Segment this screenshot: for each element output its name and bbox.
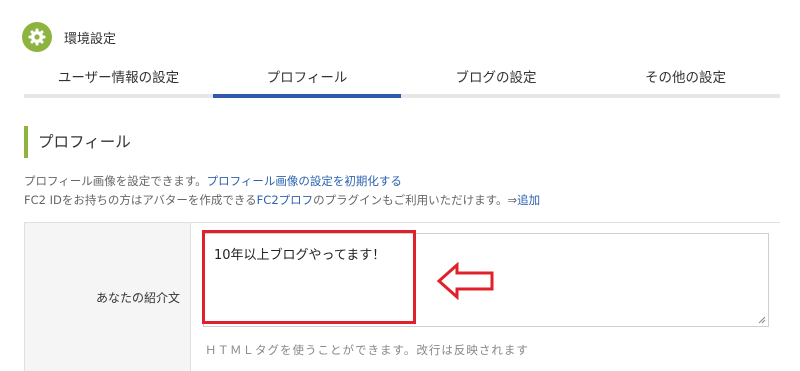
profile-form: あなたの紹介文 10年以上ブログやってます！ ＨＴＭＬタグを使うことができます。… bbox=[24, 222, 780, 371]
profile-image-description: プロフィール画像を設定できます。プロフィール画像の設定を初期化する bbox=[24, 173, 402, 189]
field-label-cell: あなたの紹介文 bbox=[25, 223, 191, 371]
tab-other-settings[interactable]: その他の設定 bbox=[591, 64, 780, 94]
arrow-left-icon bbox=[436, 262, 494, 300]
description-text: プロフィール画像を設定できます。 bbox=[24, 174, 207, 188]
add-plugin-link[interactable]: 追加 bbox=[517, 193, 540, 207]
description-text: のプラグインもご利用いただけます。⇒ bbox=[313, 193, 518, 207]
introduction-label: あなたの紹介文 bbox=[95, 291, 180, 305]
page-header: 環境設定 bbox=[22, 22, 116, 52]
settings-tabs: ユーザー情報の設定 プロフィール ブログの設定 その他の設定 bbox=[24, 64, 780, 98]
html-hint: ＨＴＭＬタグを使うことができます。改行は反映されます bbox=[205, 343, 529, 357]
tab-blog-settings[interactable]: ブログの設定 bbox=[401, 64, 591, 94]
tab-profile[interactable]: プロフィール bbox=[213, 64, 401, 98]
resize-grip-icon[interactable] bbox=[758, 316, 766, 324]
page-title: 環境設定 bbox=[64, 31, 117, 47]
fc2-prof-link[interactable]: FC2プロフ bbox=[257, 193, 313, 207]
gear-icon bbox=[22, 22, 52, 52]
section-title: プロフィール bbox=[24, 126, 131, 158]
description-text: FC2 IDをお持ちの方はアバターを作成できる bbox=[24, 193, 257, 207]
reset-profile-image-link[interactable]: プロフィール画像の設定を初期化する bbox=[207, 174, 402, 188]
textarea-value: 10年以上ブログやってます！ bbox=[214, 248, 386, 263]
avatar-description: FC2 IDをお持ちの方はアバターを作成できるFC2プロフのプラグインもご利用い… bbox=[24, 192, 540, 208]
tab-user-info[interactable]: ユーザー情報の設定 bbox=[24, 64, 213, 94]
